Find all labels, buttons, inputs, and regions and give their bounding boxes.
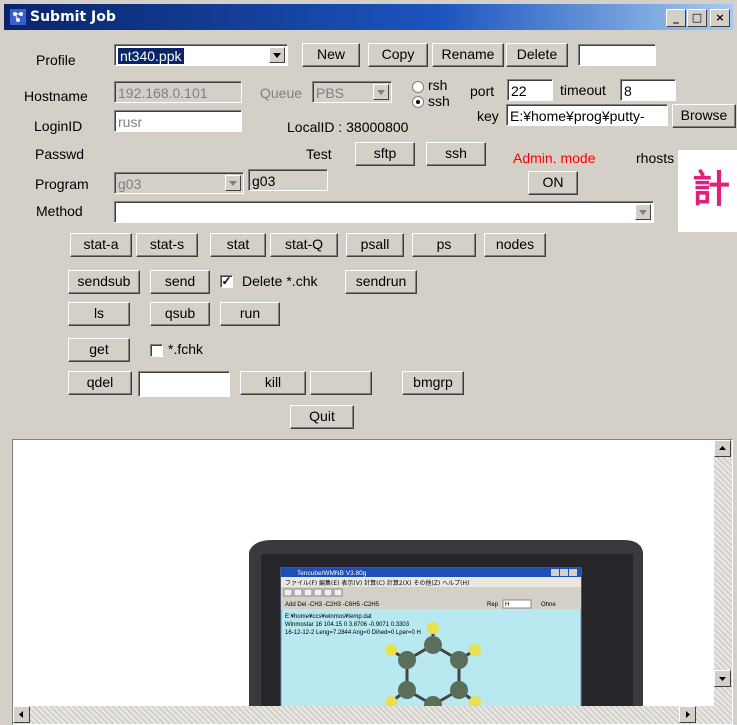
blank-button[interactable] [310,371,372,395]
localid-text: LocalID : 38000800 [287,119,409,135]
program-readout: g03 [248,169,328,191]
submit-job-window: Submit Job _ □ × Profile nt340.ppk New C… [0,0,737,725]
delete-chk-label: Delete *.chk [242,273,318,289]
qdel-button[interactable]: qdel [68,371,132,395]
preview-line1: Winmostar 16 104.15 0 3.8706 -0.9071 0.3… [285,622,410,628]
key-label: key [477,108,499,124]
admin-mode-label: Admin. mode [513,150,596,166]
passwd-label: Passwd [35,146,85,162]
stat-q-button[interactable]: stat-Q [270,233,338,257]
laptop-preview-image: Tencube/WMNB V3.80g ファイル(F) 編集(E) 表示(V) … [249,540,643,724]
preview-app-title: Tencube/WMNB V3.80g [297,570,367,577]
admin-on-button[interactable]: ON [528,171,578,195]
kill-button[interactable]: kill [240,371,306,395]
chevron-down-icon[interactable] [269,47,285,63]
run-button[interactable]: run [220,302,280,326]
preview-line2: 16-12-12-2 Leng=7.2844 Ang=0 Dihed=0 Lpe… [285,630,421,636]
ssh-label: ssh [428,93,450,109]
preview-menu: ファイル(F) 編集(E) 表示(V) 計算(C) 計算2(X) その他(Z) … [285,579,469,587]
fchk-checkbox[interactable] [150,344,163,357]
sendsub-button[interactable]: sendsub [68,270,140,294]
qsub-button[interactable]: qsub [150,302,210,326]
rsh-radio[interactable] [412,81,424,93]
program-label: Program [35,176,89,192]
port-label: port [470,83,495,99]
rename-profile-button[interactable]: Rename [432,43,504,67]
method-label: Method [36,203,83,219]
browse-button[interactable]: Browse [672,104,736,128]
vertical-scrollbar[interactable] [714,440,732,724]
ssh-test-button[interactable]: ssh [426,142,486,166]
quit-button[interactable]: Quit [290,405,354,429]
send-button[interactable]: send [150,270,210,294]
scroll-right-icon[interactable] [679,706,696,723]
hostname-field[interactable]: 192.168.0.101 [114,81,242,103]
window-title: Submit Job [30,9,116,25]
chevron-down-icon[interactable] [635,204,651,220]
ls-button[interactable]: ls [68,302,130,326]
ps-button[interactable]: ps [412,233,476,257]
method-select[interactable] [114,201,654,223]
scroll-left-icon[interactable] [13,706,30,723]
nodes-button[interactable]: nodes [484,233,546,257]
scroll-up-icon[interactable] [714,440,731,457]
side-panel: 計 [678,150,737,232]
timeout-field[interactable]: 8 [620,79,676,101]
new-profile-button[interactable]: New [302,43,360,67]
close-button[interactable]: × [710,9,730,27]
maximize-button[interactable]: □ [687,9,707,27]
loginid-label: LoginID [34,118,83,134]
stat-s-button[interactable]: stat-s [136,233,198,257]
hostname-label: Hostname [24,88,88,104]
test-label: Test [306,146,332,162]
fchk-label: *.fchk [168,341,204,357]
stat-a-button[interactable]: stat-a [70,233,132,257]
delete-chk-checkbox[interactable]: ✓ [220,275,233,288]
profile-value: nt340.ppk [118,48,184,64]
side-kanji: 計 [692,167,731,211]
program-value: g03 [118,176,142,192]
preview-path: E:¥home¥ccs¥winmos¥temp.dat [285,614,372,620]
preview-toolbar: Add Del -CH3 -C2H3 -C6H5 -C2H5 [285,602,380,608]
program-select[interactable]: g03 [114,172,244,194]
timeout-label: timeout [560,82,606,98]
profile-select[interactable]: nt340.ppk [114,44,288,66]
preview-ohne: Ohne [541,602,556,608]
delete-profile-button[interactable]: Delete [506,43,568,67]
rhosts-label: rhosts [636,150,675,166]
app-icon [10,9,26,25]
minimize-button[interactable]: _ [666,9,686,27]
title-bar[interactable]: Submit Job _ □ × [4,4,733,30]
qdel-input[interactable] [138,371,230,397]
port-field[interactable]: 22 [507,79,553,101]
get-button[interactable]: get [68,338,130,362]
chevron-down-icon[interactable] [373,84,389,100]
loginid-field[interactable]: rusr [114,110,242,132]
profile-extra-field[interactable] [578,44,656,66]
chevron-down-icon[interactable] [225,175,241,191]
queue-value: PBS [316,85,345,101]
preview-rep: Rep [487,602,499,608]
key-path-field[interactable]: E:¥home¥prog¥putty- [506,104,668,126]
queue-label: Queue [260,85,303,101]
queue-select[interactable]: PBS [312,81,392,103]
psall-button[interactable]: psall [346,233,404,257]
bmgrp-button[interactable]: bmgrp [402,371,464,395]
stat-button[interactable]: stat [210,233,266,257]
ssh-radio[interactable] [412,96,424,108]
preview-element: H [505,602,509,608]
sftp-test-button[interactable]: sftp [355,142,415,166]
rsh-label: rsh [428,77,448,93]
profile-label: Profile [36,52,76,68]
scroll-down-icon[interactable] [714,670,731,687]
horizontal-scrollbar[interactable] [13,706,732,724]
preview-pane: Tencube/WMNB V3.80g ファイル(F) 編集(E) 表示(V) … [12,439,733,725]
sendrun-button[interactable]: sendrun [345,270,417,294]
copy-profile-button[interactable]: Copy [368,43,428,67]
